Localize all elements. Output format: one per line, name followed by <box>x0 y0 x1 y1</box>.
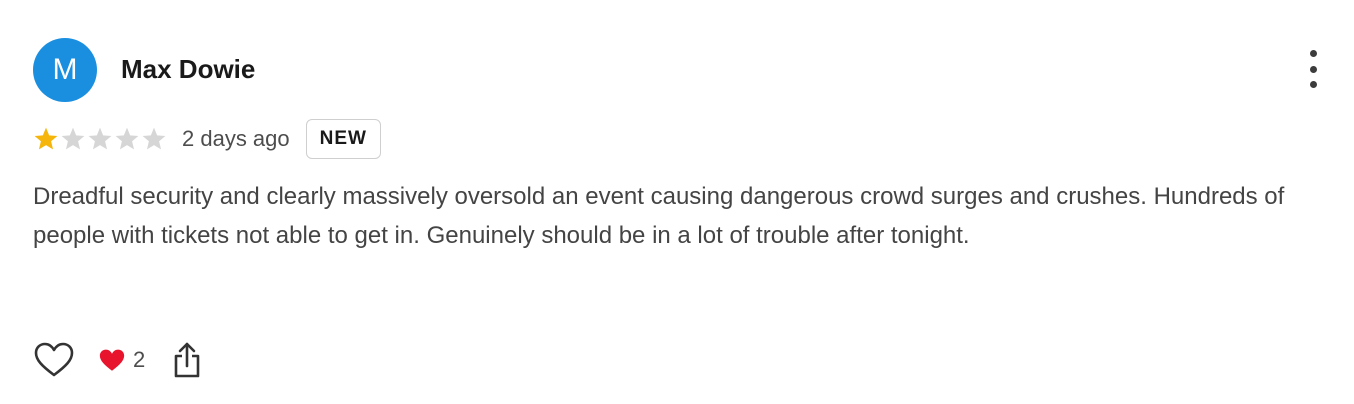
review-actions: 2 <box>33 338 205 382</box>
more-dot <box>1309 65 1317 73</box>
star-filled-icon <box>34 127 58 150</box>
new-badge: NEW <box>305 119 381 159</box>
reaction-summary[interactable]: 2 <box>99 347 145 373</box>
more-options-button[interactable] <box>1302 50 1324 88</box>
star-empty-icon <box>115 127 139 150</box>
more-dot <box>1309 81 1317 88</box>
review-text: Dreadful security and clearly massively … <box>33 183 1285 249</box>
review-timestamp: 2 days ago <box>182 126 290 151</box>
red-heart-icon <box>99 349 125 371</box>
share-icon <box>174 342 200 378</box>
avatar[interactable]: M <box>33 38 97 102</box>
author-name[interactable]: Max Dowie <box>121 53 255 85</box>
share-button[interactable] <box>169 339 205 381</box>
star-empty-icon <box>61 127 85 150</box>
star-empty-icon <box>88 127 112 150</box>
more-dot <box>1309 50 1317 57</box>
avatar-initial: M <box>52 53 78 86</box>
heart-outline-icon <box>34 342 74 377</box>
reaction-count: 2 <box>133 347 146 372</box>
star-rating <box>33 126 167 152</box>
like-button[interactable] <box>33 339 75 381</box>
star-empty-icon <box>142 127 166 150</box>
review-meta: 2 days ago NEW <box>33 118 381 160</box>
review-card: M Max Dowie 2 days ago NEW Dreadful secu… <box>0 0 1354 404</box>
